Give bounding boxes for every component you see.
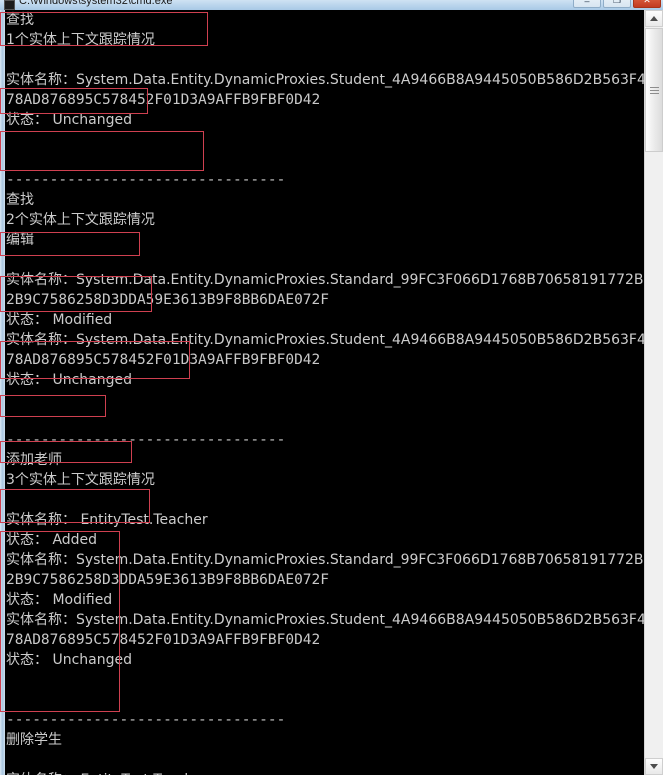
console-output[interactable]: 查找 1个实体上下文跟踪情况 实体名称：System.Data.Entity.Dy…	[5, 10, 645, 775]
scroll-down-arrow-icon[interactable]	[645, 758, 663, 775]
console-line: 1个实体上下文跟踪情况	[6, 32, 155, 48]
window-title: C:\Windows\system32\cmd.exe	[19, 0, 173, 7]
console-line: 实体名称： EntityTest.Teacher	[5, 770, 645, 775]
console-line: --------------------------------	[6, 712, 286, 728]
console-line: 状态： Added	[6, 532, 98, 548]
console-line: 实体名称：System.Data.Entity.DynamicProxies.S…	[6, 72, 645, 88]
console-line: 78AD876895C578452F01D3A9AFFB9FBF0D42	[6, 92, 321, 108]
console-line: 实体名称： EntityTest.Teacher	[6, 512, 208, 528]
console-line: 78AD876895C578452F01D3A9AFFB9FBF0D42	[6, 352, 321, 368]
cmd-icon	[4, 0, 15, 10]
console-line: 2个实体上下文跟踪情况	[6, 212, 155, 228]
console-line: 实体名称：System.Data.Entity.DynamicProxies.S…	[6, 552, 644, 568]
console-line: 实体名称：System.Data.Entity.DynamicProxies.S…	[6, 612, 645, 628]
window-controls: – ❐ ✕	[573, 0, 661, 8]
console-line: 实体名称：System.Data.Entity.DynamicProxies.S…	[6, 332, 645, 348]
cmd-console-window: C:\Windows\system32\cmd.exe – ❐ ✕ 查找 1个实体…	[0, 0, 663, 775]
console-line: 状态： Unchanged	[6, 372, 132, 388]
console-line: 2B9C7586258D3DDA59E3613B9F8BB6DAE072F	[6, 292, 330, 308]
close-button[interactable]: ✕	[633, 0, 661, 8]
console-line: 状态： Unchanged	[6, 112, 132, 128]
console-line: 查找	[6, 192, 34, 208]
vertical-scrollbar[interactable]	[644, 10, 663, 775]
console-line: 删除学生	[6, 732, 62, 748]
console-line: 3个实体上下文跟踪情况	[6, 472, 155, 488]
console-line: 状态： Modified	[6, 312, 113, 328]
scrollbar-grip-icon	[649, 86, 659, 94]
console-line: 编辑	[6, 232, 34, 248]
console-line: 添加老师	[6, 452, 62, 468]
console-line: 状态： Modified	[6, 592, 113, 608]
minimize-button[interactable]: –	[573, 0, 601, 8]
console-line: 状态： Unchanged	[6, 652, 132, 668]
maximize-button[interactable]: ❐	[603, 0, 631, 8]
console-line: 2B9C7586258D3DDA59E3613B9F8BB6DAE072F	[6, 572, 330, 588]
scroll-up-arrow-icon[interactable]	[645, 10, 663, 27]
scrollbar-thumb[interactable]	[645, 28, 663, 152]
console-line: 78AD876895C578452F01D3A9AFFB9FBF0D42	[6, 632, 321, 648]
console-line: --------------------------------	[6, 432, 286, 448]
console-line: 查找	[6, 12, 34, 28]
console-line: --------------------------------	[6, 172, 286, 188]
console-line: 实体名称：System.Data.Entity.DynamicProxies.S…	[6, 272, 644, 288]
